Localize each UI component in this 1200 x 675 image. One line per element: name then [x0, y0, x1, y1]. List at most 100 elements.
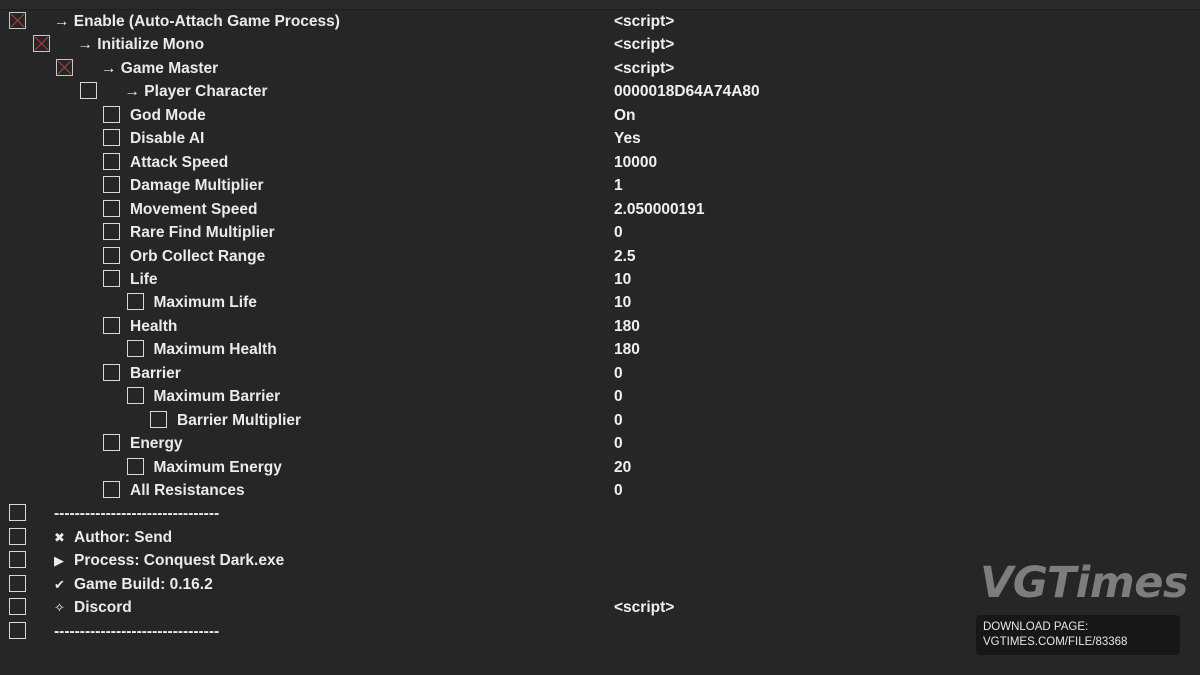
entry-value[interactable]: 10 [614, 270, 631, 289]
cheat-entry-row[interactable]: Barrier 0 [0, 363, 1200, 386]
entry-value[interactable]: 180 [614, 340, 640, 359]
activate-checkbox[interactable] [103, 434, 120, 452]
entry-description-text: → Initialize Mono [77, 36, 205, 54]
entry-description: -------------------------------- [54, 504, 219, 523]
entry-description-text: Movement Speed [130, 200, 258, 218]
cheat-entry-row[interactable]: → Game Master <script> [0, 58, 1200, 81]
activate-checkbox[interactable] [103, 481, 120, 498]
entry-description: All Resistances [130, 481, 245, 500]
entry-value[interactable]: 1 [614, 176, 623, 195]
activate-checkbox[interactable] [126, 293, 144, 311]
cheat-entry-row[interactable]: Barrier Multiplier 0 [0, 410, 1200, 433]
entry-value[interactable]: 2.5 [614, 247, 636, 266]
entry-description: → Initialize Mono [78, 35, 205, 54]
activate-checkbox[interactable] [103, 105, 120, 123]
cheat-entry-row[interactable]: → Player Character 0000018D64A74A80 [0, 81, 1200, 104]
activate-checkbox[interactable] [103, 246, 120, 264]
entry-description: Life [130, 270, 158, 289]
entry-value[interactable]: <script> [614, 12, 674, 31]
entry-description-text: Orb Collect Range [130, 247, 266, 265]
entry-value[interactable]: Yes [614, 129, 641, 148]
activate-checkbox[interactable] [9, 504, 26, 522]
cheat-entry-row[interactable]: Rare Find Multiplier 0 [0, 222, 1200, 245]
activate-checkbox[interactable] [103, 152, 120, 170]
cheat-entry-row[interactable]: -------------------------------- [0, 503, 1200, 526]
entry-value[interactable]: <script> [614, 59, 674, 78]
activate-checkbox[interactable] [103, 316, 120, 334]
activate-checkbox[interactable] [79, 82, 97, 100]
activate-checkbox[interactable] [9, 574, 26, 592]
entry-value[interactable]: 10000 [614, 153, 657, 172]
entry-description: → Game Master [101, 59, 218, 78]
cheat-entry-row[interactable]: Movement Speed 2.050000191 [0, 199, 1200, 222]
entry-description: Barrier [130, 364, 181, 383]
cheat-entry-row[interactable]: Maximum Barrier 0 [0, 386, 1200, 409]
activate-checkbox[interactable] [103, 269, 120, 287]
entry-value[interactable]: 0000018D64A74A80 [614, 82, 760, 101]
entry-description: -------------------------------- [54, 622, 219, 641]
entry-description: → Player Character [125, 82, 268, 101]
entry-value[interactable]: 0 [614, 364, 623, 383]
discord-icon: ✧ [54, 600, 65, 616]
cheat-entry-row[interactable]: God Mode On [0, 105, 1200, 128]
activate-checkbox[interactable] [9, 527, 26, 545]
entry-description: Damage Multiplier [130, 176, 264, 195]
entry-value[interactable]: 0 [614, 223, 623, 242]
entry-description: Orb Collect Range [130, 247, 265, 266]
checked-cross-icon [57, 60, 72, 75]
activate-checkbox[interactable] [103, 129, 120, 147]
entry-value[interactable]: 20 [614, 458, 631, 477]
entry-description: Health [130, 317, 177, 336]
activate-checkbox[interactable] [9, 621, 26, 639]
cheat-entry-row[interactable]: Health 180 [0, 316, 1200, 339]
entry-description-text: Rare Find Multiplier [130, 224, 275, 242]
entry-value[interactable]: 10 [614, 293, 631, 312]
cheat-entry-row[interactable]: ✖ Author: Send [0, 527, 1200, 550]
activate-checkbox[interactable] [103, 363, 120, 381]
activate-checkbox[interactable] [32, 35, 50, 53]
activate-checkbox[interactable] [103, 199, 120, 217]
entry-value[interactable]: 0 [614, 481, 623, 500]
entry-value[interactable]: 2.050000191 [614, 200, 705, 219]
cheat-entry-row[interactable]: Attack Speed 10000 [0, 152, 1200, 175]
activate-checkbox[interactable] [9, 551, 26, 569]
activate-checkbox[interactable] [126, 340, 144, 358]
crossed-swords-icon: ✖ [54, 529, 65, 545]
activate-checkbox[interactable] [126, 457, 144, 475]
activate-checkbox[interactable] [103, 176, 120, 194]
cheat-entry-row[interactable]: Damage Multiplier 1 [0, 175, 1200, 198]
cheat-entry-row[interactable]: → Enable (Auto-Attach Game Process) <scri… [0, 11, 1200, 34]
activate-checkbox[interactable] [56, 58, 73, 76]
entry-value[interactable]: On [614, 106, 636, 125]
activate-checkbox[interactable] [126, 387, 144, 405]
cheat-entry-row[interactable]: → Initialize Mono <script> [0, 34, 1200, 57]
entry-description-text: → Game Master [101, 59, 219, 77]
entry-value[interactable]: 0 [614, 411, 623, 430]
entry-description: ▶ Process: Conquest Dark.exe [54, 551, 284, 570]
cheat-table-window: → Enable (Auto-Attach Game Process) <scri… [0, 0, 1200, 675]
entry-value[interactable]: 0 [614, 387, 623, 406]
cheat-entry-row[interactable]: Orb Collect Range 2.5 [0, 246, 1200, 269]
cheat-entry-row[interactable]: All Resistances 0 [0, 480, 1200, 503]
cheat-entry-row[interactable]: Maximum Life 10 [0, 292, 1200, 315]
cheat-entry-row[interactable]: Life 10 [0, 269, 1200, 292]
cheat-entry-row[interactable]: Maximum Health 180 [0, 339, 1200, 362]
entry-description-text: -------------------------------- [54, 505, 220, 523]
entry-description: Movement Speed [130, 200, 257, 219]
activate-checkbox[interactable] [103, 223, 120, 241]
entry-value[interactable]: 180 [614, 317, 640, 336]
entry-value[interactable]: <script> [614, 598, 674, 617]
entry-description-text: God Mode [130, 106, 206, 124]
activate-checkbox[interactable] [150, 410, 167, 428]
entry-description: ✧ Discord [54, 598, 132, 617]
cheat-entry-row[interactable]: Energy 0 [0, 433, 1200, 456]
header-strip [0, 0, 1200, 10]
entry-description: ✔ Game Build: 0.16.2 [54, 575, 213, 594]
entry-value[interactable]: 0 [614, 434, 623, 453]
entry-value[interactable]: <script> [614, 35, 674, 54]
cheat-entry-row[interactable]: Maximum Energy 20 [0, 457, 1200, 480]
cheat-entry-row[interactable]: Disable AI Yes [0, 128, 1200, 151]
check-mark-icon: ✔ [54, 576, 65, 592]
activate-checkbox[interactable] [9, 598, 26, 616]
activate-checkbox[interactable] [9, 12, 26, 29]
